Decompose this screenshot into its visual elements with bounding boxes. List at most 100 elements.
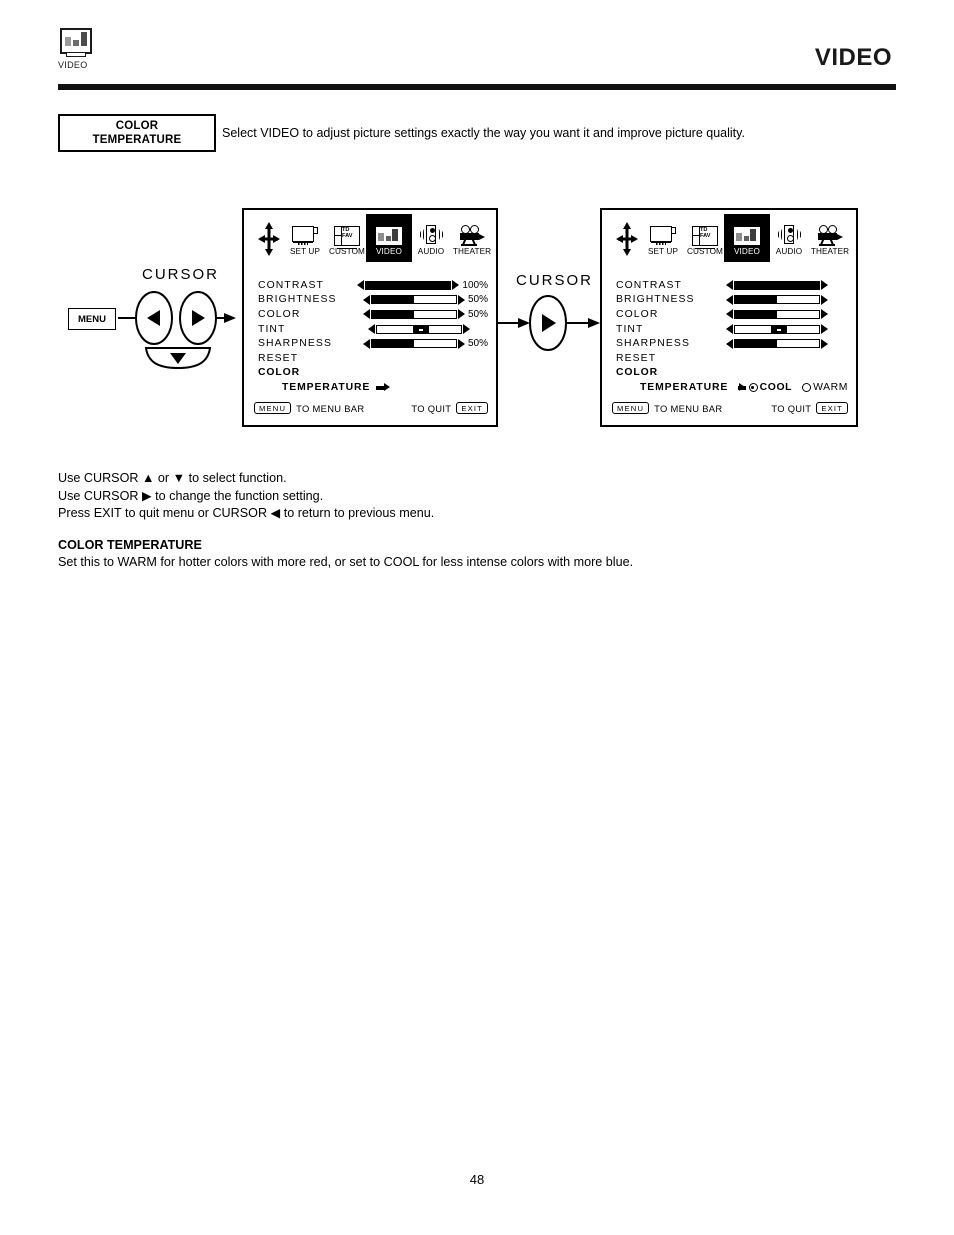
color-slider[interactable] [726, 309, 828, 320]
radio-warm-label: WARM [813, 382, 848, 394]
slider-left-arrow-icon[interactable] [726, 309, 733, 320]
theater-icon [816, 225, 844, 247]
tint-slider[interactable] [368, 324, 470, 335]
osd-row-sharpness[interactable]: SHARPNESS 50% [258, 336, 488, 351]
osd-row-color[interactable]: COLOR [616, 307, 848, 322]
menu-icon-custom[interactable]: TD FAV CUSTOM [682, 218, 728, 257]
slider-left-arrow-icon[interactable] [357, 280, 365, 291]
slider-left-arrow-icon[interactable] [726, 338, 733, 349]
osd-row-color-temperature-line1[interactable]: COLOR [258, 366, 488, 381]
slider-right-arrow-icon[interactable] [821, 294, 828, 305]
osd-row-tint[interactable]: TINT [616, 322, 848, 337]
custom-icon-text-1: TD [342, 227, 350, 233]
menu-icon-label: SET UP [289, 247, 321, 256]
menu-icon-label: VIDEO [734, 247, 760, 256]
osd-row-contrast[interactable]: CONTRAST 100% [258, 278, 488, 293]
cursor-pad[interactable] [118, 290, 236, 372]
row-value: 50% [467, 308, 488, 320]
page-title: VIDEO [814, 44, 892, 71]
slider-right-arrow-icon[interactable] [452, 280, 460, 291]
cursor-right-key[interactable] [498, 292, 600, 354]
osd1-rows: CONTRAST 100% BRIGHTNESS 50% COLOR 50% T… [258, 278, 488, 395]
osd-row-brightness[interactable]: BRIGHTNESS [616, 293, 848, 308]
osd-row-brightness[interactable]: BRIGHTNESS 50% [258, 293, 488, 308]
brightness-slider[interactable] [362, 294, 465, 305]
section-title: COLOR TEMPERATURE [58, 538, 202, 552]
menu-icon-theater[interactable]: THEATER [804, 218, 856, 257]
slider-right-arrow-icon[interactable] [821, 338, 828, 349]
video-icon [733, 226, 761, 248]
row-label: COLOR [616, 367, 659, 379]
sharpness-slider[interactable] [362, 338, 465, 349]
radio-cool-label: COOL [759, 382, 793, 394]
sharpness-slider[interactable] [726, 338, 828, 349]
tint-slider[interactable] [726, 324, 828, 335]
slider-right-arrow-icon[interactable] [457, 294, 465, 305]
menu-icon-set-up[interactable]: SET UP [640, 218, 686, 257]
osd-row-reset[interactable]: RESET [616, 351, 848, 366]
slider-right-arrow-icon[interactable] [463, 324, 470, 335]
footer-exit-key[interactable]: EXIT [456, 402, 488, 414]
contrast-slider[interactable] [726, 280, 828, 291]
instruction-line-3: Press EXIT to quit menu or CURSOR ◀ to r… [58, 506, 435, 520]
row-label: TINT [258, 323, 286, 335]
menu-icon-theater[interactable]: THEATER [446, 218, 498, 257]
osd-row-reset[interactable]: RESET [258, 351, 488, 366]
row-label: COLOR [258, 308, 301, 320]
instruction-line-2: Use CURSOR ▶ to change the function sett… [58, 488, 324, 503]
slider-left-arrow-icon[interactable] [362, 309, 370, 320]
slider-left-arrow-icon[interactable] [362, 294, 370, 305]
color-slider[interactable] [362, 309, 465, 320]
slider-right-arrow-icon[interactable] [821, 280, 828, 291]
right-arrow-icon [376, 383, 391, 392]
footer-menu-text: TO MENU BAR [296, 402, 365, 414]
row-label: COLOR [258, 367, 301, 379]
footer-quit-text: TO QUIT [771, 402, 812, 414]
menu-icon-label: SET UP [647, 247, 679, 256]
header-icon-caption: VIDEO [58, 60, 88, 70]
brightness-slider[interactable] [726, 294, 828, 305]
row-label: CONTRAST [258, 279, 324, 291]
cursor-label-middle: CURSOR [516, 272, 594, 289]
radio-warm-icon [802, 383, 812, 393]
slider-left-arrow-icon[interactable] [726, 324, 733, 335]
custom-icon-text-1: TD [700, 227, 708, 233]
contrast-slider[interactable] [357, 280, 460, 291]
radio-cool-icon [748, 383, 758, 393]
slider-left-arrow-icon[interactable] [362, 338, 370, 349]
osd2-footer: MENU TO MENU BAR TO QUIT EXIT [612, 401, 848, 415]
footer-exit-key[interactable]: EXIT [816, 402, 848, 414]
radio-option-cool[interactable]: COOL [748, 382, 793, 394]
osd-row-color-temperature-line2[interactable]: TEMPERATURE COOL WARM [616, 380, 848, 395]
custom-icon-text-2: FAV [342, 233, 353, 240]
menu-icon-video[interactable]: VIDEO [366, 214, 412, 262]
slider-left-arrow-icon[interactable] [726, 294, 733, 305]
menu-button[interactable]: MENU [68, 308, 116, 330]
menu-icon-label: CUSTOM [329, 247, 365, 256]
osd-panel-video-color-temperature: SET UP TD FAV CUSTOM VIDEO AUDIO THEATER… [600, 208, 858, 427]
slider-right-arrow-icon[interactable] [821, 324, 828, 335]
video-bars-icon [60, 28, 92, 57]
menu-icon-video[interactable]: VIDEO [724, 214, 770, 262]
slider-right-arrow-icon[interactable] [457, 338, 465, 349]
osd-row-contrast[interactable]: CONTRAST [616, 278, 848, 293]
slider-right-arrow-icon[interactable] [821, 309, 828, 320]
slider-right-arrow-icon[interactable] [457, 309, 465, 320]
row-label: COLOR [616, 308, 659, 320]
slider-left-arrow-icon[interactable] [368, 324, 375, 335]
osd2-rows: CONTRAST BRIGHTNESS COLOR TINT SHARPNESS… [616, 278, 848, 395]
footer-menu-key[interactable]: MENU [254, 402, 292, 414]
osd-row-color[interactable]: COLOR 50% [258, 307, 488, 322]
osd-row-tint[interactable]: TINT [258, 322, 488, 337]
row-label: RESET [258, 352, 299, 364]
footer-menu-key[interactable]: MENU [612, 402, 650, 414]
menu-icon-custom[interactable]: TD FAV CUSTOM [324, 218, 370, 257]
menu-icon-set-up[interactable]: SET UP [282, 218, 328, 257]
osd1-icon-bar: SET UP TD FAV CUSTOM VIDEO AUDIO THEATER [254, 214, 491, 266]
osd-row-sharpness[interactable]: SHARPNESS [616, 336, 848, 351]
osd-row-color-temperature-line2[interactable]: TEMPERATURE [258, 380, 488, 395]
menu-icon-label: VIDEO [376, 247, 402, 256]
slider-left-arrow-icon[interactable] [726, 280, 733, 291]
radio-option-warm[interactable]: WARM [802, 382, 848, 393]
osd-row-color-temperature-line1[interactable]: COLOR [616, 366, 848, 381]
